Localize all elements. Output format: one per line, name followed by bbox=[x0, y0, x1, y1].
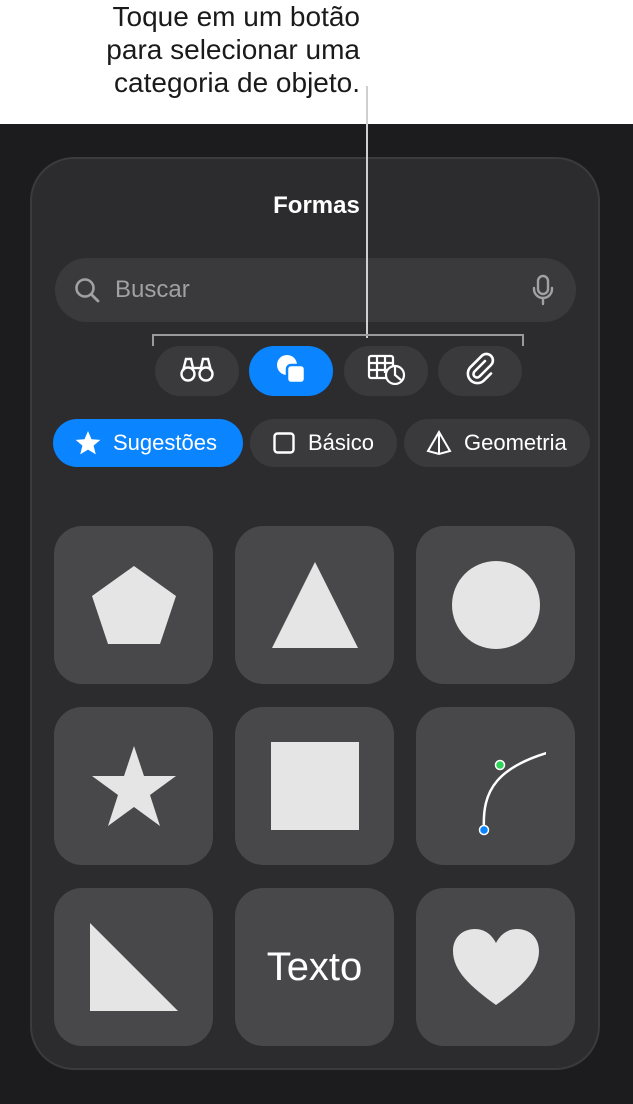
tab-media[interactable] bbox=[155, 346, 239, 396]
text-shape[interactable]: Texto bbox=[235, 888, 394, 1046]
triangle-shape[interactable] bbox=[235, 526, 394, 684]
callout-text: Toque em um botão para selecionar uma ca… bbox=[60, 0, 360, 99]
category-label: Sugestões bbox=[113, 430, 217, 455]
callout-leader-line bbox=[366, 86, 368, 338]
callout-line-1: Toque em um botão bbox=[112, 1, 361, 32]
microphone-icon[interactable] bbox=[532, 274, 554, 311]
pentagon-shape-icon bbox=[91, 566, 176, 644]
category-sugestoes[interactable]: Sugestões bbox=[53, 419, 243, 467]
paperclip-icon bbox=[465, 352, 495, 391]
search-field[interactable]: Buscar bbox=[55, 258, 576, 322]
heart-shape-icon bbox=[452, 929, 539, 1005]
square-shape-icon bbox=[270, 742, 359, 830]
curve-shape-icon bbox=[478, 751, 546, 836]
triangle-shape-icon bbox=[271, 562, 358, 648]
tab-tables-charts[interactable] bbox=[344, 346, 428, 396]
square-shape[interactable] bbox=[235, 707, 394, 865]
category-label: Geometria bbox=[464, 430, 567, 455]
star-shape[interactable] bbox=[54, 707, 213, 865]
star-icon bbox=[75, 431, 101, 455]
callout-bracket bbox=[152, 334, 524, 346]
callout-line-3: categoria de objeto. bbox=[114, 67, 360, 98]
tab-attachments[interactable] bbox=[438, 346, 522, 396]
circle-shape[interactable] bbox=[416, 526, 575, 684]
tab-shapes[interactable] bbox=[249, 346, 333, 396]
table-chart-icon bbox=[366, 353, 406, 390]
right-triangle-shape-icon bbox=[89, 923, 178, 1011]
text-shape-label: Texto bbox=[266, 944, 363, 989]
search-placeholder: Buscar bbox=[115, 276, 190, 303]
right-triangle-shape[interactable] bbox=[54, 888, 213, 1046]
search-icon bbox=[73, 276, 101, 309]
category-geometria[interactable]: Geometria bbox=[404, 419, 590, 467]
pentagon-shape[interactable] bbox=[54, 526, 213, 684]
binoculars-icon bbox=[177, 354, 217, 389]
panel-title: Formas bbox=[273, 192, 360, 219]
category-label: Básico bbox=[308, 430, 375, 455]
curve-shape[interactable] bbox=[416, 707, 575, 865]
category-basico[interactable]: Básico bbox=[250, 419, 397, 467]
callout-line-2: para selecionar uma bbox=[106, 34, 360, 65]
star-shape-icon bbox=[91, 746, 176, 826]
circle-shape-icon bbox=[451, 561, 540, 649]
shapes-icon bbox=[274, 352, 308, 391]
heart-shape[interactable] bbox=[416, 888, 575, 1046]
pyramid-icon bbox=[426, 430, 452, 456]
square-outline-icon bbox=[273, 432, 295, 454]
